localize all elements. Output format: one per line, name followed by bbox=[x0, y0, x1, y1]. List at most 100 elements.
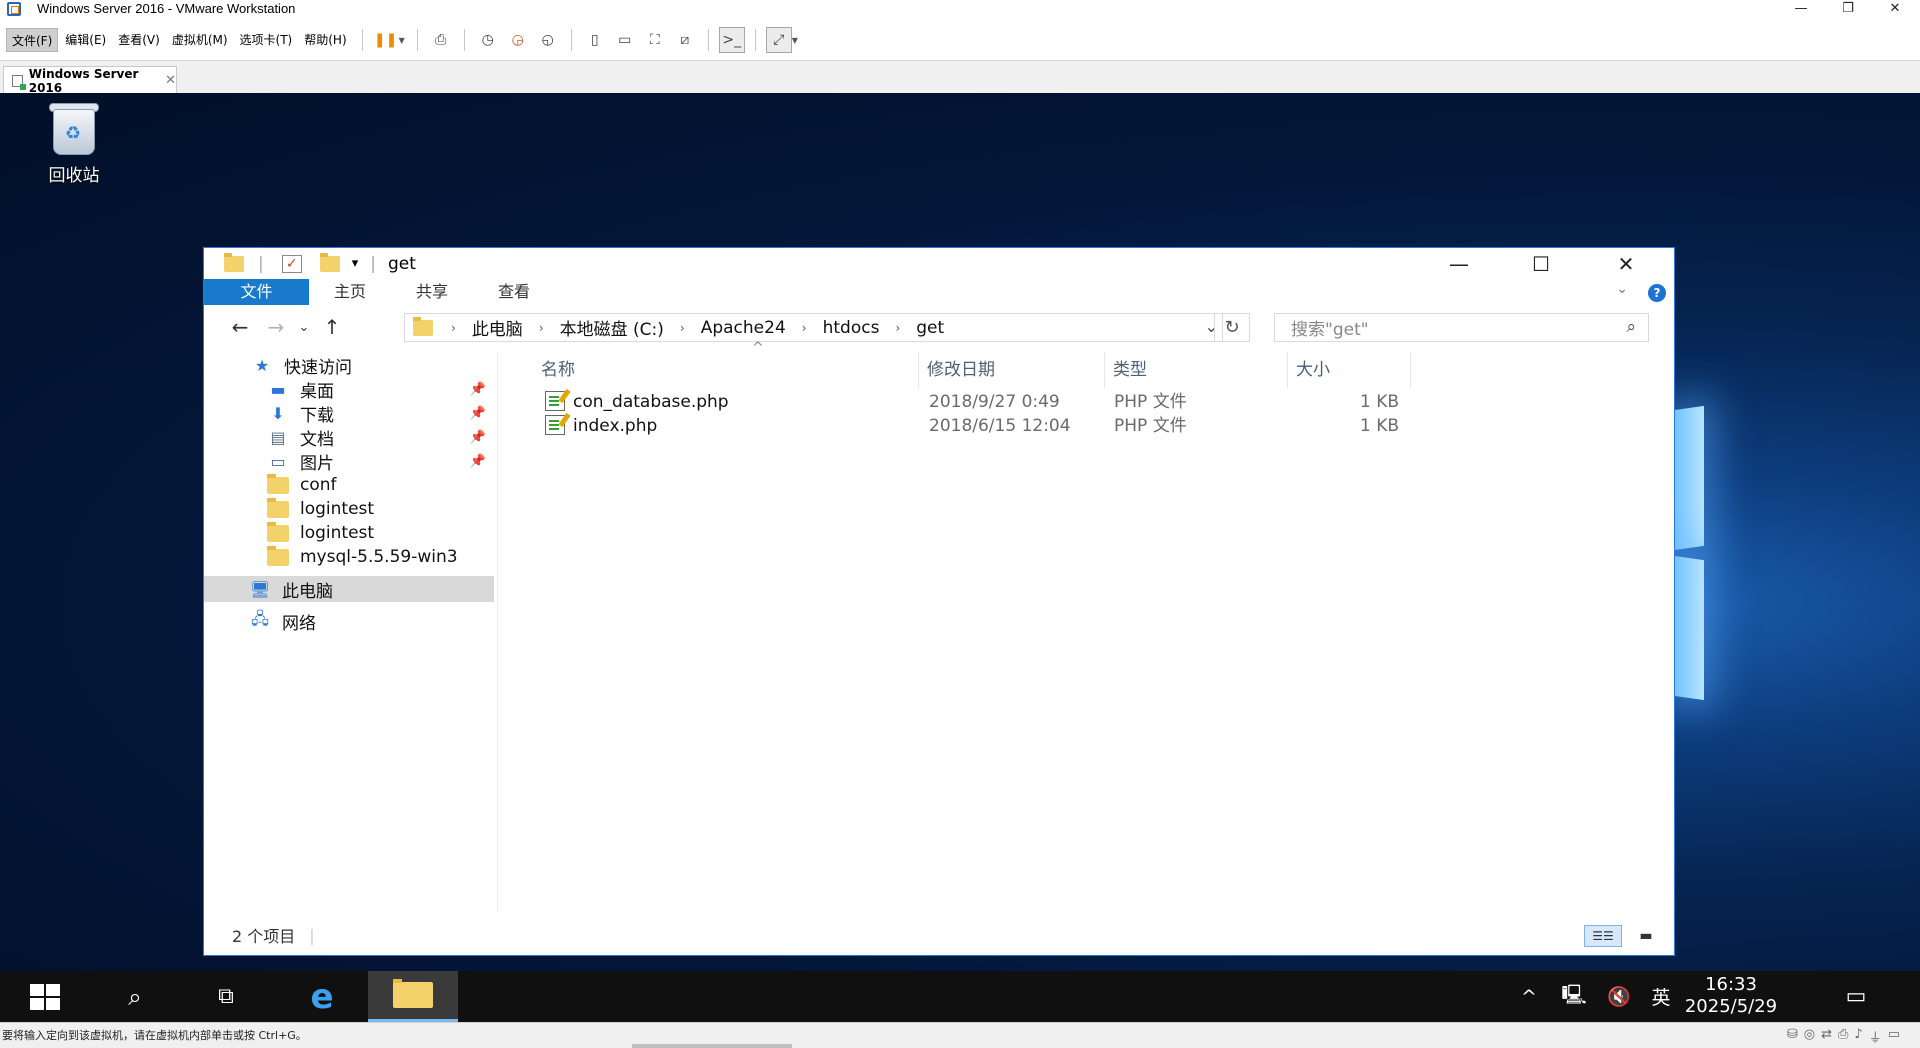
search-icon[interactable]: ⌕ bbox=[1626, 317, 1636, 337]
large-icons-view-icon[interactable]: ▬ bbox=[1632, 925, 1660, 947]
nav-documents[interactable]: ▤ 文档 📌 bbox=[204, 424, 498, 450]
breadcrumb-apache24[interactable]: Apache24 bbox=[695, 318, 792, 338]
pause-icon[interactable]: ❚❚ bbox=[373, 27, 399, 53]
stretch-dropdown-icon[interactable]: ▼ bbox=[792, 36, 798, 45]
network-adapter-icon[interactable]: ⇄ bbox=[1821, 1027, 1832, 1046]
menu-tabs[interactable]: 选项卡(T) bbox=[235, 28, 298, 52]
host-tabstrip: Windows Server 2016 ✕ bbox=[0, 60, 1920, 95]
fullscreen-icon[interactable]: ⛶ bbox=[642, 27, 668, 53]
nav-folder-logintest[interactable]: logintest bbox=[204, 496, 498, 522]
explorer-close-button[interactable]: ✕ bbox=[1586, 248, 1666, 279]
ribbon-tab-share[interactable]: 共享 bbox=[391, 279, 473, 305]
nav-folder-mysql[interactable]: mysql-5.5.59-win3 bbox=[204, 544, 498, 570]
pin-icon[interactable]: 📌 bbox=[470, 382, 486, 397]
hard-disk-icon[interactable]: ⛁ bbox=[1787, 1027, 1798, 1046]
ribbon-expand-icon[interactable]: ⌄ bbox=[1616, 281, 1628, 297]
menu-edit[interactable]: 编辑(E) bbox=[60, 28, 111, 52]
tab-close-icon[interactable]: ✕ bbox=[165, 73, 176, 88]
forward-icon[interactable]: → bbox=[258, 313, 294, 341]
console-view-icon[interactable]: >_ bbox=[718, 27, 745, 53]
thumbnail-view-icon[interactable]: ▭ bbox=[612, 27, 638, 53]
send-ctrl-alt-del-icon[interactable]: ⎙ bbox=[428, 27, 454, 53]
folder-icon bbox=[266, 545, 290, 567]
pause-dropdown-icon[interactable]: ▼ bbox=[399, 36, 405, 45]
usb-icon[interactable]: ⏚ bbox=[1869, 1027, 1882, 1046]
nav-folder-conf[interactable]: conf bbox=[204, 472, 498, 498]
ribbon-tab-view[interactable]: 查看 bbox=[473, 279, 555, 305]
network-status-icon[interactable]: 🖳 bbox=[1556, 971, 1592, 1022]
menu-view[interactable]: 查看(V) bbox=[113, 28, 165, 52]
unity-icon[interactable]: ⧄ bbox=[672, 27, 698, 53]
address-bar[interactable]: › 此电脑 › 本地磁盘 (C:) › Apache24 › htdocs › … bbox=[404, 313, 1223, 342]
explorer-minimize-button[interactable]: — bbox=[1419, 248, 1499, 279]
nav-downloads[interactable]: ⬇ 下载 📌 bbox=[204, 400, 498, 426]
search-taskbar-icon[interactable]: ⌕ bbox=[110, 971, 160, 1022]
column-header-size[interactable]: 大小 bbox=[1288, 352, 1411, 388]
column-header-type[interactable]: 类型 bbox=[1105, 352, 1288, 388]
display-icon[interactable]: ▭ bbox=[1888, 1027, 1900, 1046]
nav-network[interactable]: 🖧 网络 bbox=[204, 608, 498, 634]
recent-locations-icon[interactable]: ⌄ bbox=[294, 313, 314, 341]
explorer-maximize-button[interactable]: ☐ bbox=[1501, 248, 1581, 279]
help-icon[interactable]: ? bbox=[1648, 284, 1666, 302]
ribbon-tab-file[interactable]: 文件 bbox=[204, 279, 309, 305]
file-type: PHP 文件 bbox=[1114, 416, 1187, 436]
file-explorer-taskbar-button[interactable] bbox=[368, 971, 458, 1022]
menu-vm[interactable]: 虚拟机(M) bbox=[167, 28, 233, 52]
details-view-icon[interactable]: ☰☰ bbox=[1584, 925, 1622, 947]
nav-folder-logintest-2[interactable]: logintest bbox=[204, 520, 498, 546]
horizontal-scrollbar[interactable] bbox=[632, 1044, 792, 1048]
up-icon[interactable]: ↑ bbox=[314, 313, 350, 341]
start-button[interactable] bbox=[20, 971, 70, 1022]
new-folder-icon[interactable] bbox=[319, 252, 340, 272]
host-close-button[interactable]: ✕ bbox=[1872, 0, 1918, 17]
stretch-guest-icon[interactable]: ⤢ bbox=[765, 27, 792, 53]
toolbar-separator bbox=[463, 29, 465, 51]
snapshot-manager-icon[interactable]: ◵ bbox=[535, 27, 561, 53]
nav-this-pc[interactable]: 🖥 此电脑 bbox=[204, 576, 494, 602]
taskbar-clock[interactable]: 16:33 2025/5/29 bbox=[1676, 974, 1786, 1018]
host-statusbar: 要将输入定向到该虚拟机，请在虚拟机内部单击或按 Ctrl+G。 ⛁ ◎ ⇄ ⎙ … bbox=[0, 1022, 1920, 1048]
pin-icon[interactable]: 📌 bbox=[470, 454, 486, 469]
pin-icon[interactable]: 📌 bbox=[470, 406, 486, 421]
customize-quick-access-icon[interactable]: ▾ bbox=[352, 256, 359, 271]
task-view-icon[interactable]: ⧉ bbox=[200, 971, 252, 1022]
search-input[interactable]: 搜索"get" ⌕ bbox=[1274, 313, 1649, 342]
file-row[interactable]: index.php 2018/6/15 12:04 PHP 文件 1 KB bbox=[499, 414, 1674, 438]
breadcrumb-htdocs[interactable]: htdocs bbox=[817, 318, 886, 338]
host-minimize-button[interactable]: — bbox=[1778, 0, 1824, 17]
nav-desktop[interactable]: ▬ 桌面 📌 bbox=[204, 376, 498, 402]
column-header-name[interactable]: 名称 bbox=[533, 352, 919, 388]
pin-icon[interactable]: 📌 bbox=[470, 430, 486, 445]
folder-icon bbox=[266, 473, 290, 495]
back-icon[interactable]: ← bbox=[222, 313, 258, 341]
breadcrumb-local-disk[interactable]: 本地磁盘 (C:) bbox=[554, 315, 670, 340]
internet-explorer-icon[interactable]: e bbox=[296, 971, 348, 1022]
refresh-icon[interactable]: ↻ bbox=[1214, 313, 1250, 342]
file-explorer-window[interactable]: | ✓ ▾ | get — ☐ ✕ 文件 主页 共享 查看 ⌄ ? ← → ⌄ … bbox=[203, 247, 1675, 956]
nav-pictures[interactable]: ▭ 图片 📌 bbox=[204, 448, 498, 474]
volume-muted-icon[interactable]: 🔇 bbox=[1602, 971, 1636, 1022]
ime-indicator[interactable]: 英 bbox=[1646, 971, 1676, 1022]
menu-file[interactable]: 文件(F) bbox=[6, 28, 59, 52]
printer-icon[interactable]: ⎙ bbox=[1838, 1027, 1848, 1046]
breadcrumb-this-pc[interactable]: 此电脑 bbox=[466, 315, 529, 340]
recycle-bin[interactable]: ♻ 回收站 bbox=[30, 101, 118, 186]
notification-center-icon[interactable]: ▭ bbox=[1836, 971, 1876, 1022]
snapshot-icon[interactable]: ◷ bbox=[475, 27, 501, 53]
guest-desktop[interactable]: ♻ 回收站 | ✓ ▾ | get — ☐ ✕ 文件 主页 共享 查看 ⌄ ? … bbox=[0, 93, 1920, 1022]
sound-icon[interactable]: ♪ bbox=[1854, 1027, 1862, 1046]
revert-snapshot-icon[interactable]: ◶ bbox=[505, 27, 531, 53]
host-restore-button[interactable]: ❐ bbox=[1825, 0, 1871, 17]
menu-help[interactable]: 帮助(H) bbox=[299, 28, 351, 52]
file-row[interactable]: con_database.php 2018/9/27 0:49 PHP 文件 1… bbox=[499, 390, 1674, 414]
properties-icon[interactable]: ✓ bbox=[281, 254, 302, 273]
nav-quick-access[interactable]: ★ 快速访问 bbox=[204, 352, 498, 378]
column-header-modified[interactable]: 修改日期 bbox=[919, 352, 1105, 388]
breadcrumb-get[interactable]: get bbox=[910, 318, 950, 338]
ribbon-tab-home[interactable]: 主页 bbox=[309, 279, 391, 305]
cd-rom-icon[interactable]: ◎ bbox=[1804, 1027, 1815, 1046]
show-hidden-icons-icon[interactable]: ^ bbox=[1514, 971, 1544, 1022]
library-view-icon[interactable]: ▯ bbox=[582, 27, 608, 53]
vm-tab[interactable]: Windows Server 2016 ✕ bbox=[3, 66, 177, 95]
